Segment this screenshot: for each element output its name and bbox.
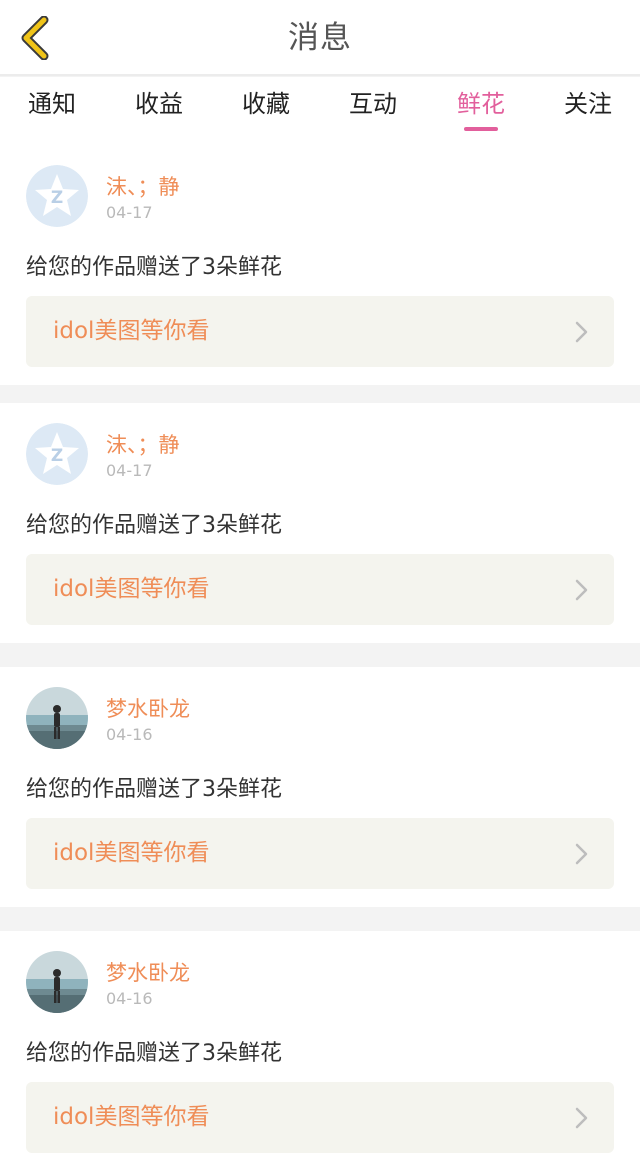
avatar[interactable]: Z bbox=[26, 165, 88, 227]
user-name[interactable]: 沫、；静 bbox=[106, 171, 180, 201]
work-link-text: idol美图等你看 bbox=[53, 1104, 210, 1130]
tab-follow[interactable]: 关注 bbox=[533, 77, 640, 145]
post-date: 04-17 bbox=[106, 461, 153, 480]
user-name[interactable]: 沫、；静 bbox=[106, 429, 180, 459]
app-header: 消息 bbox=[0, 0, 640, 76]
work-link-card[interactable]: idol美图等你看 bbox=[26, 818, 614, 889]
chevron-right-icon bbox=[575, 843, 588, 865]
svg-text:Z: Z bbox=[51, 446, 63, 466]
tab-label: 鲜花 bbox=[457, 90, 505, 118]
flower-message: 给您的作品赠送了3朵鲜花 bbox=[26, 777, 282, 802]
tab-favorites[interactable]: 收藏 bbox=[211, 77, 321, 145]
notification-card: 梦水卧龙 04-16 给您的作品赠送了3朵鲜花 idol美图等你看 bbox=[0, 667, 640, 907]
qq-default-avatar-icon: Z bbox=[26, 165, 88, 227]
flower-message: 给您的作品赠送了3朵鲜花 bbox=[26, 513, 282, 538]
tab-interaction[interactable]: 互动 bbox=[318, 77, 428, 145]
work-link-card[interactable]: idol美图等你看 bbox=[26, 554, 614, 625]
flower-message: 给您的作品赠送了3朵鲜花 bbox=[26, 1041, 282, 1066]
work-link-text: idol美图等你看 bbox=[53, 840, 210, 866]
avatar[interactable] bbox=[26, 687, 88, 749]
post-date: 04-16 bbox=[106, 725, 153, 744]
tab-label: 关注 bbox=[564, 90, 612, 118]
work-link-card[interactable]: idol美图等你看 bbox=[26, 1082, 614, 1153]
active-tab-indicator bbox=[464, 127, 498, 131]
work-link-card[interactable]: idol美图等你看 bbox=[26, 296, 614, 367]
notification-card: Z 沫、；静 04-17 给您的作品赠送了3朵鲜花 idol美图等你看 bbox=[0, 145, 640, 385]
tab-earnings[interactable]: 收益 bbox=[104, 77, 214, 145]
tab-flowers[interactable]: 鲜花 bbox=[426, 77, 536, 145]
beach-photo-avatar bbox=[26, 687, 88, 749]
notification-card: Z 沫、；静 04-17 给您的作品赠送了3朵鲜花 idol美图等你看 bbox=[0, 403, 640, 643]
avatar[interactable]: Z bbox=[26, 423, 88, 485]
tab-label: 收藏 bbox=[242, 90, 290, 118]
tab-label: 收益 bbox=[135, 90, 183, 118]
post-date: 04-16 bbox=[106, 989, 153, 1008]
page-title: 消息 bbox=[288, 20, 352, 56]
work-link-text: idol美图等你看 bbox=[53, 576, 210, 602]
work-link-text: idol美图等你看 bbox=[53, 318, 210, 344]
svg-text:Z: Z bbox=[51, 188, 63, 208]
tab-bar: 通知 收益 收藏 互动 鲜花 关注 bbox=[0, 77, 640, 145]
notification-card: 梦水卧龙 04-16 给您的作品赠送了3朵鲜花 idol美图等你看 bbox=[0, 931, 640, 1171]
user-name[interactable]: 梦水卧龙 bbox=[106, 957, 190, 987]
chevron-right-icon bbox=[575, 579, 588, 601]
chevron-right-icon bbox=[575, 321, 588, 343]
tab-label: 通知 bbox=[28, 90, 76, 118]
tab-notice[interactable]: 通知 bbox=[0, 77, 107, 145]
tab-label: 互动 bbox=[349, 90, 397, 118]
user-name[interactable]: 梦水卧龙 bbox=[106, 693, 190, 723]
qq-default-avatar-icon: Z bbox=[26, 423, 88, 485]
chevron-right-icon bbox=[575, 1107, 588, 1129]
post-date: 04-17 bbox=[106, 203, 153, 222]
flower-message: 给您的作品赠送了3朵鲜花 bbox=[26, 255, 282, 280]
